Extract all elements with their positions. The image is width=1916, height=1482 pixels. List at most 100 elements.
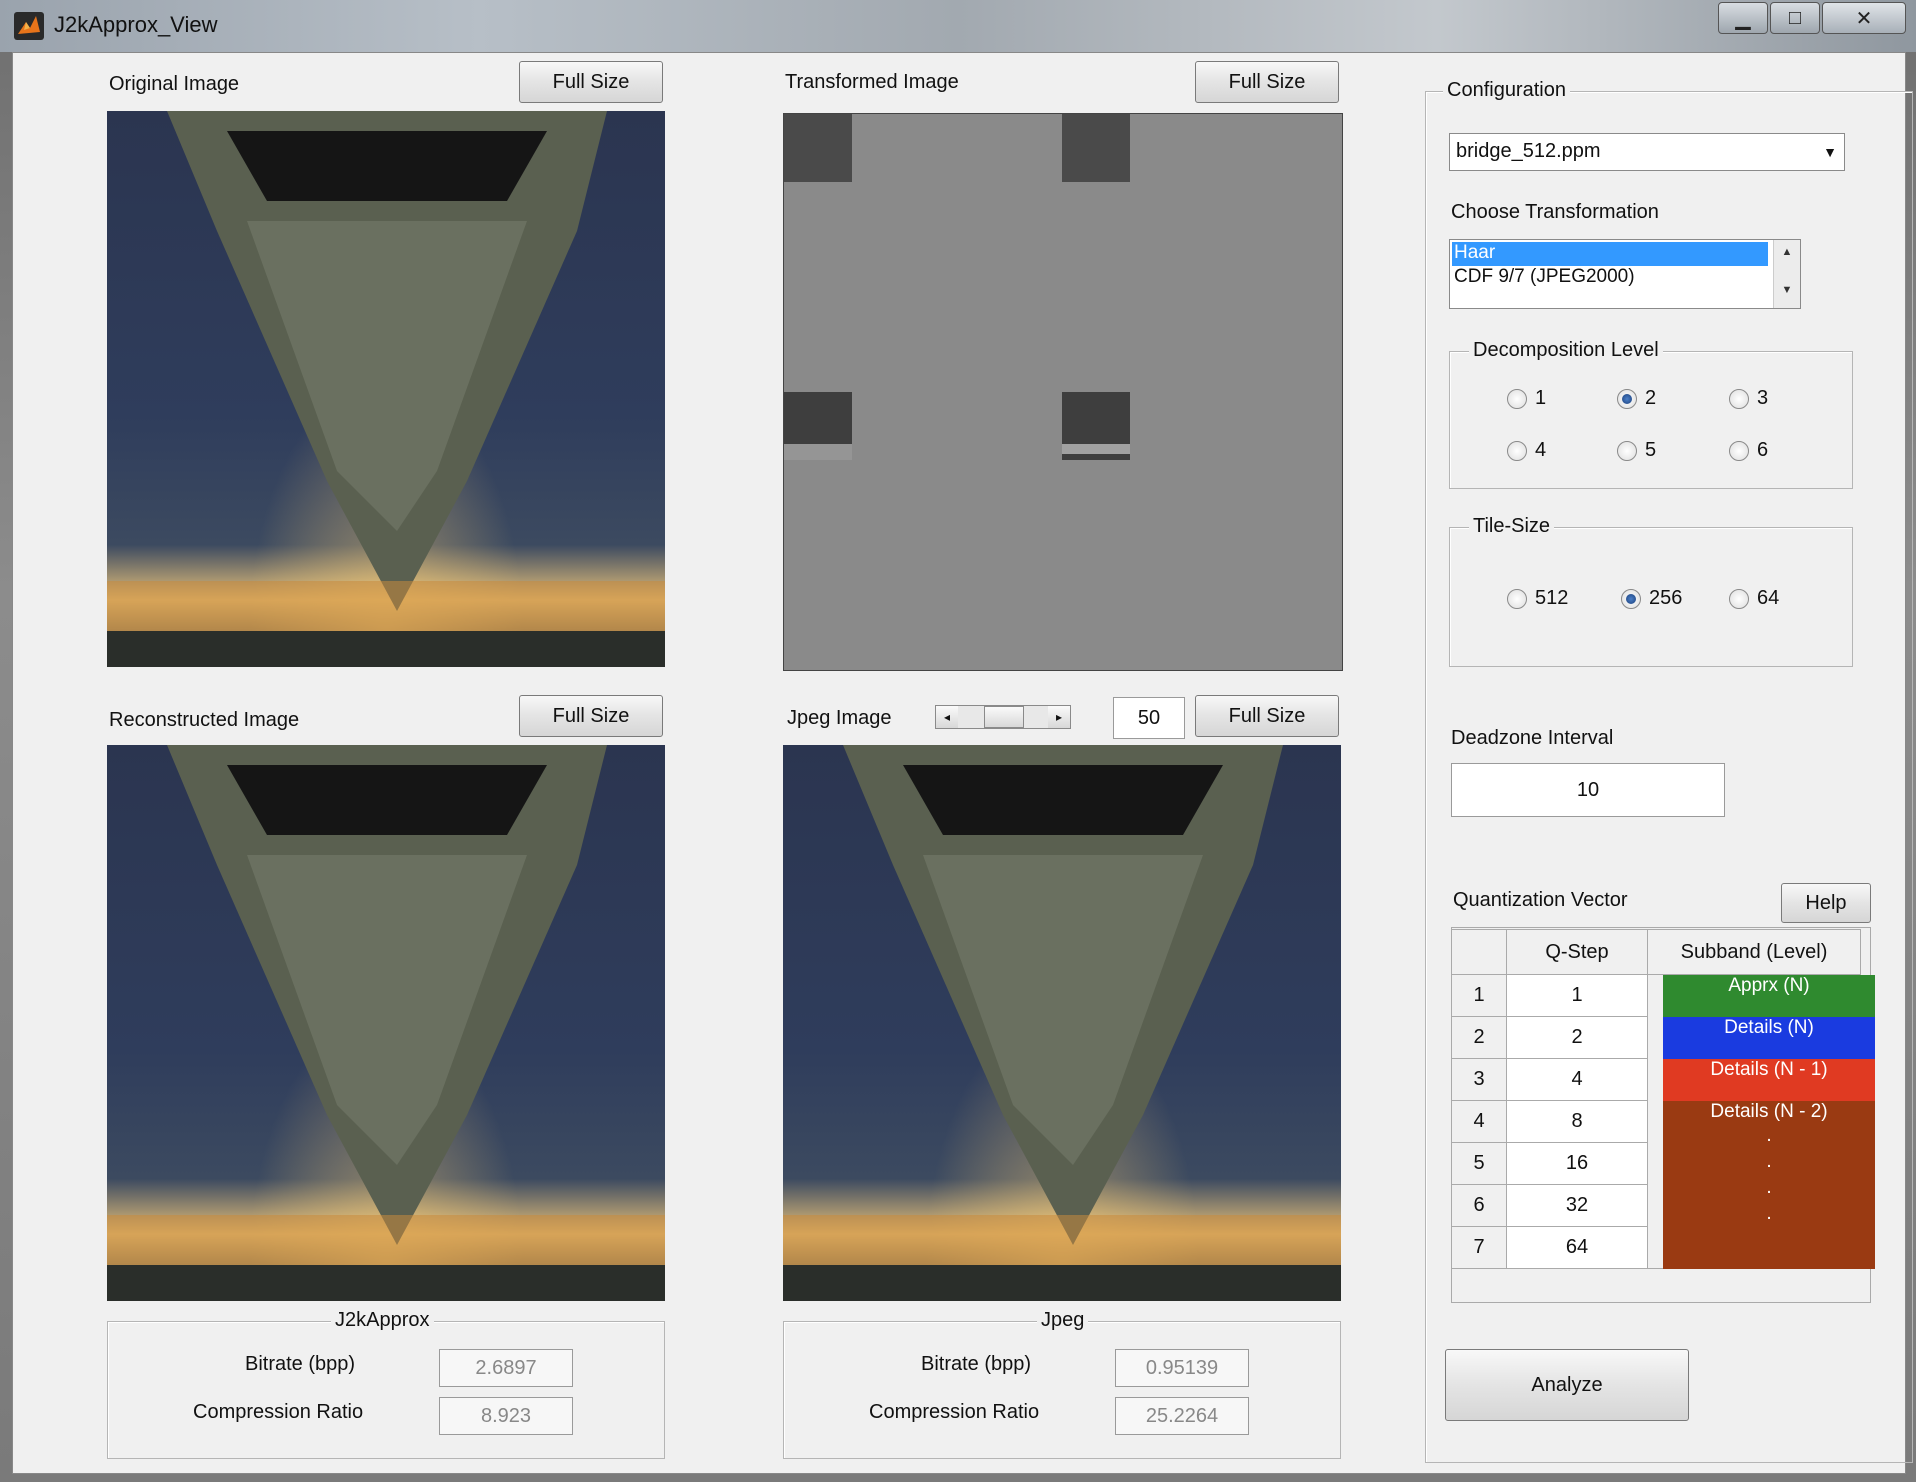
j2k-ratio-value: 8.923	[439, 1397, 573, 1435]
subband-details-n: Details (N)	[1663, 1017, 1875, 1059]
transformation-listbox[interactable]: Haar CDF 9/7 (JPEG2000) ▲ ▼	[1449, 239, 1801, 309]
tile-size-radio-256[interactable]: 256	[1621, 587, 1682, 610]
radio-label: 5	[1645, 439, 1657, 461]
decomposition-radio-3[interactable]: 3	[1729, 387, 1768, 410]
j2k-stats-group	[107, 1321, 665, 1459]
decomposition-radio-2[interactable]: 2	[1617, 387, 1656, 410]
maximize-button[interactable]: □	[1770, 2, 1820, 34]
reconstructed-image	[107, 745, 665, 1301]
jpeg-ratio-label: Compression Ratio	[869, 1401, 1040, 1423]
quantization-vector-label: Quantization Vector	[1453, 889, 1628, 911]
radio-icon[interactable]	[1729, 440, 1749, 461]
tile-size-title: Tile-Size	[1469, 515, 1555, 538]
help-button[interactable]: Help	[1781, 883, 1871, 923]
matlab-icon	[14, 12, 44, 40]
slider-left-arrow-icon[interactable]: ◂	[936, 706, 958, 728]
analyze-button[interactable]: Analyze	[1445, 1349, 1689, 1421]
jpeg-quality-slider[interactable]: ◂ ▸	[935, 705, 1071, 729]
configuration-title: Configuration	[1443, 79, 1570, 102]
radio-label: 1	[1535, 387, 1547, 409]
radio-icon[interactable]	[1617, 440, 1637, 461]
ellipsis-dot: .	[1766, 1151, 1772, 1172]
row-number: 1	[1451, 974, 1507, 1017]
slider-right-arrow-icon[interactable]: ▸	[1048, 706, 1070, 728]
deadzone-interval-input[interactable]: 10	[1451, 763, 1725, 817]
j2k-ratio-label: Compression Ratio	[193, 1401, 364, 1423]
transformed-full-size-button[interactable]: Full Size	[1195, 61, 1339, 103]
row-number: 5	[1451, 1142, 1507, 1185]
subband-details-n-1: Details (N - 1)	[1663, 1059, 1875, 1101]
radio-icon[interactable]	[1507, 588, 1527, 609]
subband-approx: Apprx (N)	[1663, 975, 1875, 1017]
radio-label: 512	[1535, 587, 1569, 609]
row-number: 3	[1451, 1058, 1507, 1101]
reconstructed-image-title: Reconstructed Image	[109, 709, 300, 731]
subband-label: Details (N - 1)	[1710, 1059, 1828, 1080]
ellipsis-dot: .	[1766, 1177, 1772, 1198]
jpeg-quality-input[interactable]: 50	[1113, 697, 1185, 739]
tile-size-radio-512[interactable]: 512	[1507, 587, 1568, 610]
radio-icon[interactable]	[1507, 388, 1527, 409]
row-number: 2	[1451, 1016, 1507, 1059]
subband-label: Details (N - 2)	[1710, 1101, 1828, 1122]
listbox-scrollbar[interactable]: ▲ ▼	[1773, 240, 1800, 308]
original-image-title: Original Image	[109, 73, 240, 95]
table-header-row: Q-Step Subband (Level)	[1451, 929, 1861, 975]
ellipsis-dot: .	[1766, 1125, 1772, 1146]
qstep-cell[interactable]: 64	[1506, 1226, 1648, 1269]
scroll-up-icon[interactable]: ▲	[1774, 246, 1800, 258]
qstep-cell[interactable]: 1	[1506, 974, 1648, 1017]
file-select[interactable]: bridge_512.ppm ▼	[1449, 133, 1845, 171]
transform-option-cdf97[interactable]: CDF 9/7 (JPEG2000)	[1452, 266, 1768, 290]
radio-selected-icon[interactable]	[1621, 588, 1641, 609]
radio-label: 6	[1757, 439, 1769, 461]
decomposition-level-title: Decomposition Level	[1469, 339, 1663, 362]
file-select-value: bridge_512.ppm	[1456, 140, 1601, 162]
close-button[interactable]: ✕	[1822, 2, 1906, 34]
qstep-cell[interactable]: 2	[1506, 1016, 1648, 1059]
tile-size-radio-64[interactable]: 64	[1729, 587, 1779, 610]
jpeg-image-title: Jpeg Image	[787, 707, 892, 729]
j2k-bitrate-label: Bitrate (bpp)	[245, 1353, 356, 1375]
dropdown-arrow-icon[interactable]: ▼	[1816, 134, 1844, 170]
jpeg-stats-title: Jpeg	[1037, 1309, 1089, 1332]
column-header-subband: Subband (Level)	[1647, 929, 1861, 975]
column-header-qstep: Q-Step	[1506, 929, 1648, 975]
main-window: Original Image Full Size Transformed Ima…	[12, 52, 1913, 1474]
minimize-button[interactable]: ▁	[1718, 2, 1768, 34]
jpeg-ratio-value: 25.2264	[1115, 1397, 1249, 1435]
original-full-size-button[interactable]: Full Size	[519, 61, 663, 103]
j2k-bitrate-value: 2.6897	[439, 1349, 573, 1387]
radio-selected-icon[interactable]	[1617, 388, 1637, 409]
jpeg-bitrate-label: Bitrate (bpp)	[921, 1353, 1032, 1375]
subband-label: Details (N)	[1724, 1017, 1814, 1038]
jpeg-stats-group	[783, 1321, 1341, 1459]
qstep-cell[interactable]: 32	[1506, 1184, 1648, 1227]
radio-label: 256	[1649, 587, 1683, 609]
reconstructed-full-size-button[interactable]: Full Size	[519, 695, 663, 737]
jpeg-full-size-button[interactable]: Full Size	[1195, 695, 1339, 737]
transform-option-haar[interactable]: Haar	[1452, 242, 1768, 266]
scroll-down-icon[interactable]: ▼	[1774, 284, 1800, 296]
qstep-cell[interactable]: 16	[1506, 1142, 1648, 1185]
title-bar: J2kApprox_View ▁ □ ✕	[0, 0, 1916, 52]
row-number: 7	[1451, 1226, 1507, 1269]
window-title: J2kApprox_View	[54, 12, 218, 37]
radio-icon[interactable]	[1729, 388, 1749, 409]
bridge-photo	[107, 745, 665, 1301]
radio-icon[interactable]	[1507, 440, 1527, 461]
decomposition-radio-1[interactable]: 1	[1507, 387, 1546, 410]
table-corner	[1451, 929, 1507, 975]
radio-icon[interactable]	[1729, 588, 1749, 609]
decomposition-radio-5[interactable]: 5	[1617, 439, 1656, 462]
qstep-cell[interactable]: 8	[1506, 1100, 1648, 1143]
radio-label: 3	[1757, 387, 1769, 409]
decomposition-radio-4[interactable]: 4	[1507, 439, 1546, 462]
radio-label: 2	[1645, 387, 1657, 409]
qstep-cell[interactable]: 4	[1506, 1058, 1648, 1101]
subband-label: Apprx (N)	[1728, 975, 1810, 996]
slider-thumb[interactable]	[984, 706, 1024, 728]
row-number: 6	[1451, 1184, 1507, 1227]
decomposition-radio-6[interactable]: 6	[1729, 439, 1768, 462]
radio-label: 64	[1757, 587, 1780, 609]
